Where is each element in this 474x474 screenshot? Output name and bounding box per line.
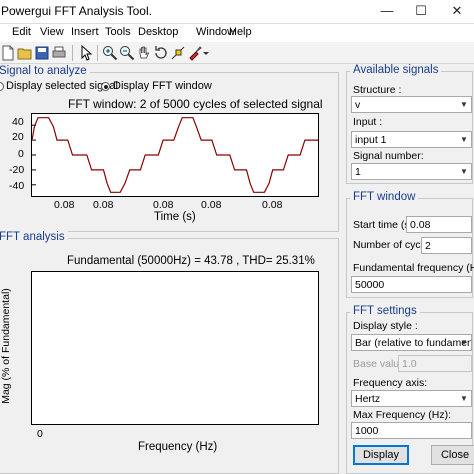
minimize-icon[interactable]: —	[370, 0, 404, 24]
chevron-down-icon: ▼	[460, 100, 468, 109]
signal-plot-area[interactable]	[31, 113, 319, 197]
save-icon[interactable]	[34, 45, 50, 61]
input-value: input 1	[355, 134, 387, 146]
signal-number-value: 1	[355, 166, 361, 178]
start-time-value: 0.08	[410, 219, 431, 231]
freq-axis-label: Frequency axis:	[353, 377, 428, 389]
maximize-icon[interactable]: ☐	[404, 0, 438, 24]
fft-xlabel: Frequency (Hz)	[138, 441, 218, 453]
max-freq-label: Max Frequency (Hz):	[353, 409, 452, 421]
structure-select[interactable]: v ▼	[351, 96, 472, 113]
fft-analysis-title: FFT analysis	[0, 231, 68, 243]
input-label: Input :	[353, 116, 383, 128]
cycles-value: 2	[425, 240, 431, 252]
close-icon[interactable]: ✕	[440, 0, 474, 24]
freq-axis-select[interactable]: Hertz ▼	[351, 390, 472, 407]
toolbar-separator	[97, 45, 98, 61]
fund-freq-input[interactable]: 50000	[351, 276, 472, 293]
menu-view[interactable]: View	[40, 26, 64, 38]
menu-tools[interactable]: Tools	[105, 26, 131, 38]
y-tick-label: -20	[9, 164, 25, 176]
chevron-down-icon: ▼	[460, 394, 468, 403]
close-button[interactable]: Close	[431, 445, 474, 465]
input-select[interactable]: input 1 ▼	[351, 131, 472, 148]
title-bar: Powergui FFT Analysis Tool. — ☐ ✕	[0, 0, 474, 24]
menu-insert[interactable]: Insert	[71, 26, 99, 38]
display-style-label: Display style :	[353, 320, 418, 332]
menu-desktop[interactable]: Desktop	[138, 26, 178, 38]
data-cursor-icon[interactable]	[170, 45, 186, 61]
rotate-icon[interactable]	[153, 45, 169, 61]
max-freq-input[interactable]: 1000	[351, 422, 472, 439]
y-tick-label: 20	[12, 131, 24, 143]
chevron-down-icon: ▼	[460, 167, 468, 176]
signal-waveform	[32, 117, 318, 193]
max-freq-value: 1000	[355, 425, 379, 437]
signal-number-label: Signal number:	[353, 150, 424, 162]
dropdown-arrow-icon[interactable]	[201, 45, 211, 61]
fund-freq-label: Fundamental frequency (Hz):	[353, 262, 474, 274]
base-value-value: 1.0	[402, 358, 417, 370]
y-tick-label: 40	[12, 116, 24, 128]
signal-xlabel: Time (s)	[154, 211, 196, 223]
fund-freq-value: 50000	[355, 279, 385, 291]
cycles-input[interactable]: 2	[421, 237, 472, 254]
chevron-down-icon: ▼	[460, 338, 468, 347]
fft-settings-title: FFT settings	[350, 305, 420, 317]
zoom-out-icon[interactable]	[119, 45, 135, 61]
new-file-icon[interactable]	[0, 45, 16, 61]
signal-plot-title: FFT window: 2 of 5000 cycles of selected…	[68, 97, 323, 111]
chevron-down-icon: ▼	[460, 135, 468, 144]
signal-number-select[interactable]: 1 ▼	[351, 163, 472, 180]
display-style-select[interactable]: Bar (relative to fundamental) ▼	[351, 334, 472, 351]
fft-analysis-window: Powergui FFT Analysis Tool. — ☐ ✕ Edit V…	[0, 0, 474, 474]
signal-panel-title: Signal to analyze	[0, 65, 90, 77]
display-style-value: Bar (relative to fundamental)	[355, 337, 471, 349]
y-tick-label: -40	[9, 180, 25, 192]
pan-hand-icon[interactable]	[136, 45, 152, 61]
fft-plot-area[interactable]	[31, 271, 319, 425]
x-tick-label: 0.08	[201, 199, 222, 211]
menu-edit[interactable]: Edit	[12, 26, 31, 38]
structure-label: Structure :	[353, 84, 402, 96]
signal-series-line	[32, 117, 318, 193]
display-fft-window-radio[interactable]	[101, 82, 110, 91]
display-fft-window-label: Display FFT window	[113, 80, 212, 92]
x-tick-label: 0.08	[54, 199, 75, 211]
print-icon[interactable]	[51, 45, 67, 61]
toolbar-separator	[72, 45, 73, 61]
zoom-in-icon[interactable]	[102, 45, 118, 61]
structure-value: v	[355, 99, 361, 111]
fft-window-title: FFT window	[350, 191, 419, 203]
x-tick-label: 0.08	[93, 199, 114, 211]
x-tick-label: 0.08	[262, 199, 283, 211]
toolbar	[0, 42, 474, 64]
start-time-input[interactable]: 0.08	[406, 216, 472, 233]
open-folder-icon[interactable]	[17, 45, 33, 61]
pointer-icon[interactable]	[78, 45, 94, 61]
y-tick-label: 0	[18, 148, 24, 160]
menu-bar: Edit View Insert Tools Desktop Window He…	[0, 24, 474, 42]
base-value-input: 1.0	[398, 355, 472, 372]
fft-ylabel: Mag (% of Fundamental)	[0, 288, 12, 404]
freq-axis-value: Hertz	[355, 393, 381, 405]
fft-x-tick-label: 0	[37, 428, 43, 440]
available-signals-title: Available signals	[350, 64, 442, 76]
menu-help[interactable]: Help	[229, 26, 252, 38]
window-title: Powergui FFT Analysis Tool.	[1, 4, 152, 18]
fft-plot-title: Fundamental (50000Hz) = 43.78 , THD= 25.…	[67, 255, 315, 267]
display-button[interactable]: Display	[353, 445, 409, 465]
x-tick-label: 0.08	[153, 199, 174, 211]
